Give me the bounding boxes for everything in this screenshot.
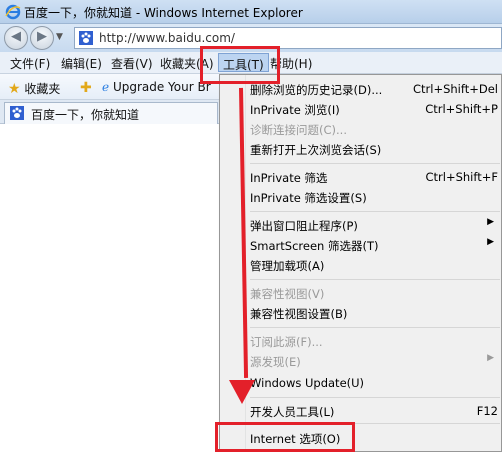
menu-item-label: SmartScreen 筛选器(T)	[250, 239, 379, 253]
forward-arrow-icon: ▶	[37, 29, 47, 44]
menu-item-reopen-session[interactable]: 重新打开上次浏览会话(S)	[250, 139, 502, 159]
submenu-arrow-icon: ▶	[487, 237, 494, 247]
menu-item-label: 重新打开上次浏览会话(S)	[250, 143, 382, 157]
menu-separator	[250, 397, 500, 398]
favorite-link-upgrade[interactable]: ℯ Upgrade Your Br	[102, 80, 211, 94]
menu-item-diagnose-connection: 诊断连接问题(C)...	[250, 119, 502, 139]
address-bar[interactable]: http://www.baidu.com/	[74, 27, 502, 49]
menu-item-label: Windows Update(U)	[250, 376, 365, 390]
forward-button[interactable]: ▶	[30, 26, 54, 50]
menu-item-shortcut: Ctrl+Shift+F	[425, 170, 499, 184]
menu-separator	[250, 327, 500, 328]
menu-item-label: InPrivate 浏览(I)	[250, 103, 340, 117]
add-favorite-button[interactable]: ✚	[80, 80, 92, 96]
ie-logo-icon	[5, 4, 21, 20]
baidu-favicon-icon	[10, 106, 24, 120]
menu-item-shortcut: F12	[476, 404, 498, 418]
menu-item-label: 订阅此源(F)...	[250, 335, 323, 349]
menu-item-label: 诊断连接问题(C)...	[250, 123, 347, 137]
favorite-link-label: Upgrade Your Br	[112, 80, 211, 94]
menu-file[interactable]: 文件(F)	[10, 55, 50, 72]
menu-item-label: 删除浏览的历史记录(D)...	[250, 83, 383, 97]
menu-item-compatibility-view: 兼容性视图(V)	[250, 283, 502, 303]
menu-item-shortcut: Ctrl+Shift+P	[425, 102, 498, 116]
submenu-arrow-icon: ▶	[487, 217, 494, 227]
menu-item-label: 开发人员工具(L)	[250, 405, 335, 419]
page-content-area	[0, 124, 220, 452]
internet-options-highlight-box	[215, 422, 355, 452]
baidu-favicon-icon	[79, 31, 93, 45]
menu-item-label: InPrivate 筛选	[250, 171, 328, 185]
favorites-label: 收藏夹	[24, 82, 61, 96]
menu-item-smartscreen-filter[interactable]: SmartScreen 筛选器(T) ▶	[250, 235, 502, 255]
menu-item-inprivate-filter-settings[interactable]: InPrivate 筛选设置(S)	[250, 187, 502, 207]
menu-item-label: 源发现(E)	[250, 355, 301, 369]
menu-item-popup-blocker[interactable]: 弹出窗口阻止程序(P) ▶	[250, 215, 502, 235]
favorites-star-icon: ★	[8, 81, 21, 97]
menu-separator	[250, 163, 500, 164]
history-dropdown-icon[interactable]: ▼	[56, 32, 63, 42]
menu-separator	[250, 211, 500, 212]
menu-item-windows-update[interactable]: Windows Update(U)	[250, 373, 502, 393]
favorites-button[interactable]: ★ 收藏夹	[8, 80, 60, 97]
title-bar: 百度一下，你就知道 - Windows Internet Explorer	[0, 0, 502, 24]
menu-item-inprivate-filtering[interactable]: InPrivate 筛选 Ctrl+Shift+F	[250, 167, 502, 187]
menu-item-manage-addons[interactable]: 管理加载项(A)	[250, 255, 502, 275]
tab-baidu[interactable]: 百度一下，你就知道	[4, 102, 218, 124]
address-url: http://www.baidu.com/	[99, 31, 235, 45]
menu-item-label: 管理加载项(A)	[250, 259, 325, 273]
menu-item-inprivate-browsing[interactable]: InPrivate 浏览(I) Ctrl+Shift+P	[250, 99, 502, 119]
annotation-arrow-head-icon	[229, 380, 255, 404]
menu-item-subscribe-feed: 订阅此源(F)...	[250, 331, 502, 351]
menu-item-label: 兼容性视图(V)	[250, 287, 325, 301]
submenu-arrow-icon: ▶	[487, 353, 494, 363]
favorites-bar: ★ 收藏夹 ✚ ℯ Upgrade Your Br	[0, 74, 220, 100]
tools-menu: 删除浏览的历史记录(D)... Ctrl+Shift+Del InPrivate…	[219, 74, 502, 452]
menu-item-label: 兼容性视图设置(B)	[250, 307, 348, 321]
tab-label: 百度一下，你就知道	[31, 108, 140, 122]
menu-item-feed-discovery: 源发现(E) ▶	[250, 351, 502, 371]
menu-separator	[250, 279, 500, 280]
menu-item-developer-tools[interactable]: 开发人员工具(L) F12	[250, 401, 502, 421]
menu-edit[interactable]: 编辑(E)	[61, 55, 102, 72]
menu-item-label: 弹出窗口阻止程序(P)	[250, 219, 358, 233]
menu-view[interactable]: 查看(V)	[111, 55, 153, 72]
menu-item-compatibility-settings[interactable]: 兼容性视图设置(B)	[250, 303, 502, 323]
menu-item-shortcut: Ctrl+Shift+Del	[413, 82, 498, 96]
menu-item-delete-history[interactable]: 删除浏览的历史记录(D)... Ctrl+Shift+Del	[250, 79, 502, 99]
menu-item-label: InPrivate 筛选设置(S)	[250, 191, 367, 205]
tools-menu-highlight-box	[200, 46, 280, 84]
add-favorite-icon: ✚	[80, 80, 92, 96]
back-button[interactable]: ◀	[4, 26, 28, 50]
back-arrow-icon: ◀	[11, 29, 21, 44]
window-title: 百度一下，你就知道 - Windows Internet Explorer	[24, 6, 303, 20]
ie-page-icon: ℯ	[102, 80, 110, 94]
tab-strip: 百度一下，你就知道	[0, 100, 220, 124]
